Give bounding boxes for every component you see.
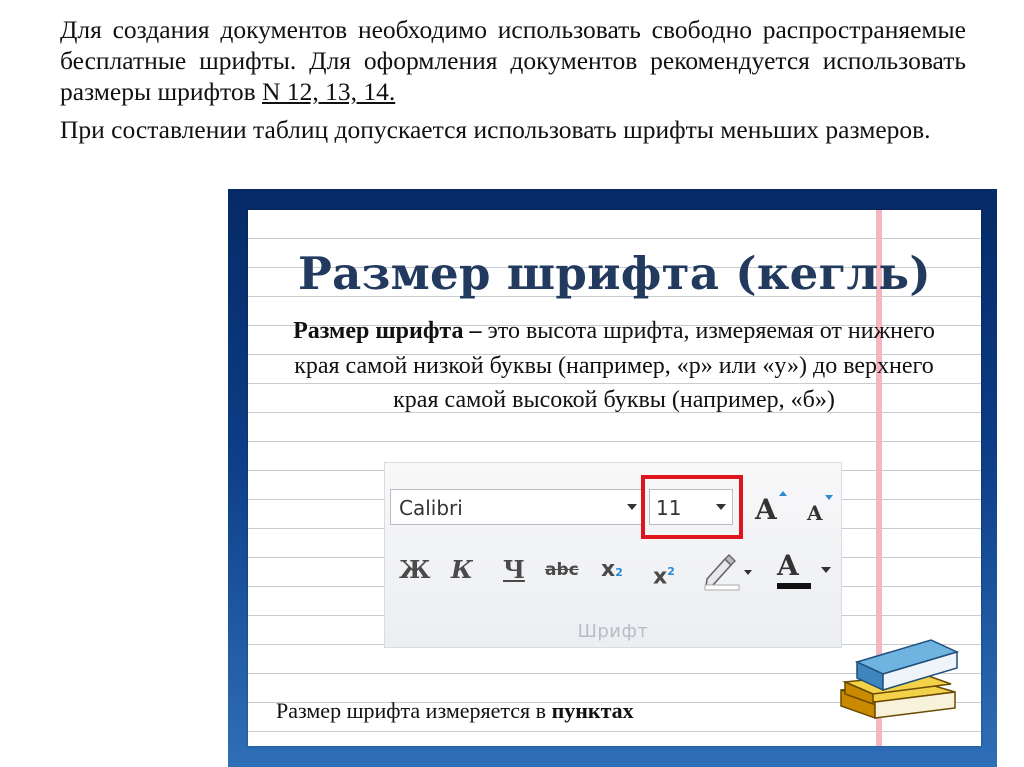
underline-button[interactable]: Ч: [503, 553, 525, 587]
definition-text: Размер шрифта – это высота шрифта, измер…: [280, 314, 948, 418]
footer-text: Размер шрифта измеряется в: [276, 698, 552, 723]
footer-bold-word: пунктах: [551, 698, 634, 723]
superscript-x: x: [653, 564, 668, 590]
intro-paragraph-1: Для создания документов необходимо испол…: [60, 14, 966, 107]
slide-title: Размер шрифта (кегль): [298, 247, 931, 300]
definition-term: Размер шрифта –: [293, 318, 482, 344]
bold-button[interactable]: Ж: [399, 553, 431, 587]
chevron-down-icon[interactable]: [627, 504, 637, 510]
font-ribbon-group: Calibri 11 A A Ж К Ч abc x2 x2 A Шрифт: [384, 462, 842, 648]
strikethrough-button[interactable]: abc: [545, 553, 579, 587]
intro-paragraph-2: При составлении таблиц допускается испол…: [60, 115, 931, 144]
font-color-swatch: [777, 583, 811, 589]
superscript-digit: 2: [667, 565, 675, 578]
highlighter-icon[interactable]: [703, 551, 755, 595]
arrow-up-icon: [779, 491, 787, 496]
books-icon: [835, 632, 963, 737]
subscript-x: x: [601, 557, 616, 582]
arrow-down-icon: [825, 495, 833, 500]
intro-paragraph-1-text: Для создания документов необходимо испол…: [60, 15, 966, 106]
intro-text: Для создания документов необходимо испол…: [60, 14, 966, 145]
superscript-button[interactable]: x2: [653, 553, 675, 590]
shrink-font-icon[interactable]: A: [807, 501, 823, 525]
grow-font-icon[interactable]: A: [755, 493, 777, 526]
footer-note: Размер шрифта измеряется в пунктах: [276, 698, 634, 724]
subscript-button[interactable]: x2: [601, 553, 623, 587]
font-size-highlight-frame: [641, 475, 743, 539]
chevron-down-icon[interactable]: [821, 567, 831, 573]
font-name-value: Calibri: [399, 496, 463, 520]
italic-button[interactable]: К: [451, 553, 473, 587]
font-name-combobox[interactable]: Calibri: [390, 489, 644, 525]
subscript-digit: 2: [615, 566, 623, 579]
font-color-icon[interactable]: A: [777, 549, 799, 582]
recommended-sizes: N 12, 13, 14.: [262, 77, 396, 106]
font-group-label: Шрифт: [577, 621, 649, 642]
